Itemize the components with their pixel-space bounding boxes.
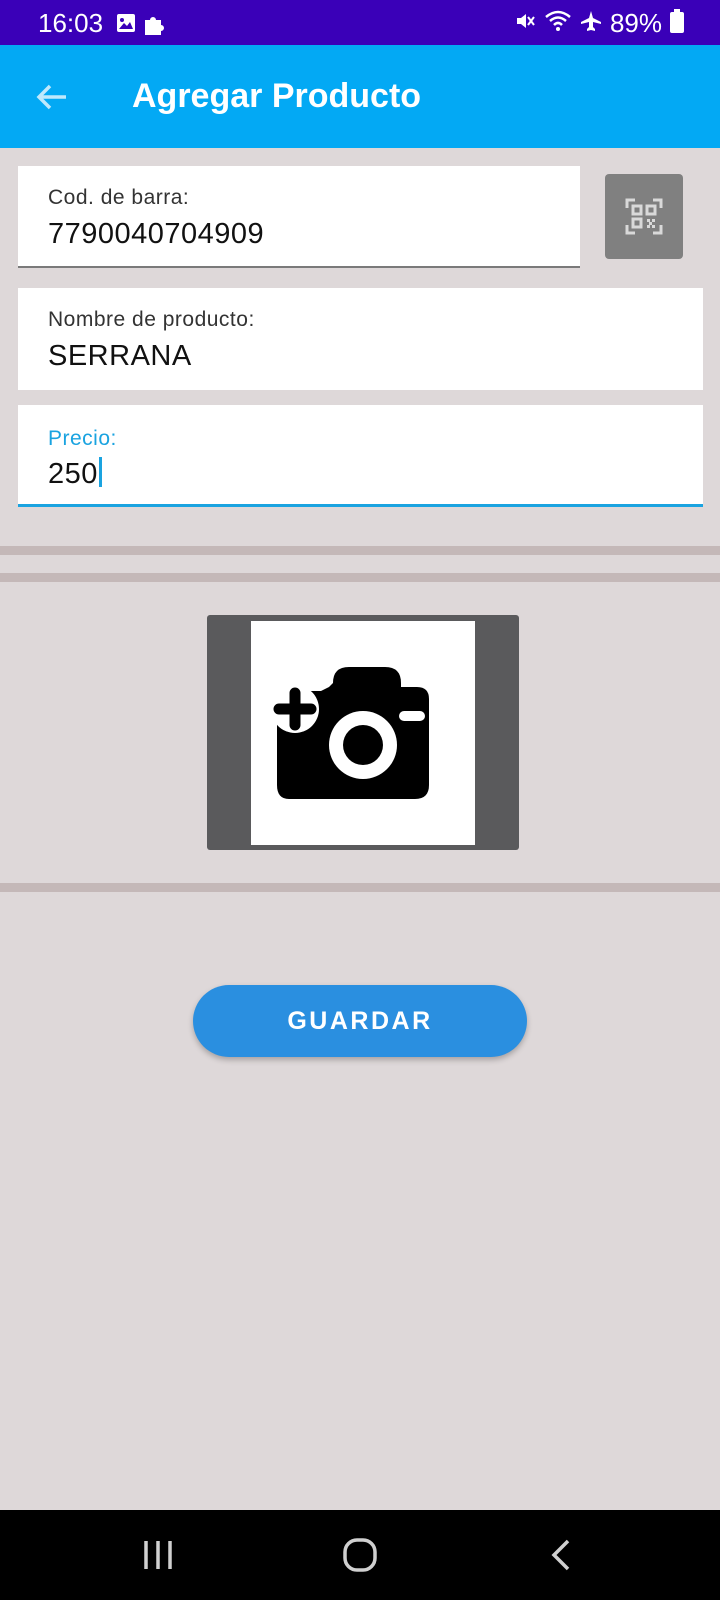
wifi-icon	[544, 10, 572, 37]
status-bar: 16:03 89%	[0, 0, 720, 45]
barcode-value[interactable]: 7790040704909	[48, 218, 264, 251]
qr-scan-icon	[625, 198, 663, 235]
mute-icon	[514, 10, 536, 37]
product-photo-picker[interactable]	[207, 615, 519, 850]
battery-level: 89%	[609, 8, 662, 38]
barcode-field[interactable]: Cod. de barra: 7790040704909	[18, 166, 580, 268]
price-label: Precio:	[48, 427, 117, 450]
app-bar: Agregar Producto	[0, 45, 720, 148]
back-button[interactable]	[32, 77, 72, 117]
divider	[0, 883, 720, 892]
barcode-label: Cod. de barra:	[48, 186, 190, 209]
add-camera-icon	[271, 667, 429, 799]
price-field[interactable]: Precio: 250	[18, 405, 703, 507]
page-title: Agregar Producto	[132, 77, 422, 115]
divider	[0, 573, 720, 582]
photo-placeholder	[251, 621, 475, 845]
battery-icon	[670, 9, 684, 38]
puzzle-icon	[142, 13, 166, 42]
home-icon[interactable]	[341, 1536, 379, 1574]
airplane-icon	[580, 10, 602, 37]
price-value: 250	[48, 458, 98, 490]
scan-barcode-button[interactable]	[605, 174, 683, 259]
product-name-label: Nombre de producto:	[48, 308, 255, 331]
back-icon[interactable]	[548, 1538, 574, 1572]
product-name-field[interactable]: Nombre de producto: SERRANA	[18, 288, 703, 390]
recents-icon[interactable]	[140, 1538, 176, 1572]
save-button[interactable]: GUARDAR	[193, 985, 527, 1057]
product-name-value[interactable]: SERRANA	[48, 340, 192, 373]
arrow-left-icon	[36, 84, 66, 110]
navigation-bar	[0, 1510, 720, 1600]
divider	[0, 546, 720, 555]
status-time: 16:03	[38, 8, 104, 38]
price-input[interactable]: 250	[48, 457, 102, 491]
image-icon	[116, 13, 136, 42]
text-cursor	[98, 457, 102, 487]
